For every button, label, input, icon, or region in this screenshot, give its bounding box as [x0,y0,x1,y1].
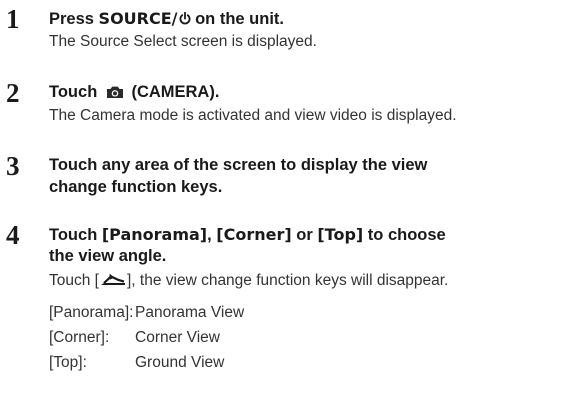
step-description: The Camera mode is activated and view vi… [49,107,457,124]
step-heading-line-1: Touch any area of the screen to display … [49,156,428,174]
panorama-keyword: [Panorama] [101,225,208,244]
view-value: Corner View [135,329,221,346]
description-text: Touch [ [49,272,99,289]
heading-text: Press [49,10,99,28]
description-text: ], the view change function keys will di… [126,272,449,289]
view-value: Panorama View [135,304,245,321]
step-number: 4 [6,220,20,250]
step-heading-line-2: change function keys. [49,178,223,196]
step-number: 2 [6,78,20,108]
return-icon [100,273,125,285]
step-heading-line-1: Touch [Panorama], [Corner] or [Top] to c… [49,224,446,246]
step-heading-line-2: the view angle. [49,247,167,265]
heading-text: (CAMERA). [126,83,220,101]
view-key: [Panorama]: [49,304,134,321]
step-description: Touch [ ], the view change function keys… [49,271,448,291]
corner-keyword: [Corner] [216,225,292,244]
step-number: 1 [6,4,20,34]
view-value: Ground View [135,354,225,371]
heading-text: Touch [49,226,102,244]
heading-text: , [207,226,217,244]
heading-text: Touch [49,83,102,101]
heading-text: on the unit. [190,10,284,28]
power-icon [179,12,190,25]
step-number: 3 [6,151,20,181]
heading-text: or [291,226,318,244]
step-heading: Touch (CAMERA). [49,82,219,103]
source-keyword: SOURCE/ [98,9,178,28]
heading-text: to choose [363,226,446,244]
view-key: [Corner]: [49,329,110,346]
top-keyword: [Top] [317,225,364,244]
step-description: The Source Select screen is displayed. [49,33,317,50]
step-heading: Press SOURCE/ on the unit. [49,8,284,30]
view-key: [Top]: [49,354,87,371]
camera-icon [106,86,123,98]
